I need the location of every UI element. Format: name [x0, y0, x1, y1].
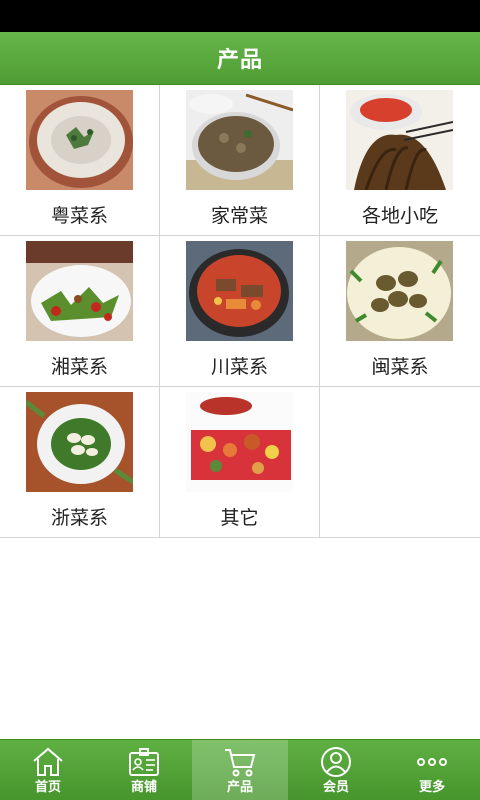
product-label: 湘菜系	[50, 356, 108, 378]
home-style-dish-photo[interactable]	[186, 90, 293, 190]
other-dishes-photo[interactable]	[186, 392, 293, 492]
empty-grid-cell	[320, 387, 480, 537]
page-title: 产品	[216, 48, 263, 73]
tab-label: 商铺	[130, 780, 157, 795]
sichuan-dish-photo[interactable]	[186, 241, 293, 341]
product-label: 浙菜系	[50, 507, 108, 529]
bottom-tab-bar: 首页 商铺 产品 会员 更多	[0, 739, 480, 800]
product-label: 粤菜系	[50, 205, 108, 227]
zhejiang-dish-photo[interactable]	[26, 392, 133, 492]
grid-row: 湘菜系 川菜系 闽菜系	[0, 236, 480, 387]
tab-label: 首页	[34, 780, 61, 795]
shop-card-icon	[129, 748, 159, 776]
local-snacks-photo[interactable]	[346, 90, 453, 190]
tab-more[interactable]: 更多	[384, 740, 480, 800]
grid-row: 粤菜系 家常菜 各地小吃	[0, 85, 480, 236]
hunan-dish-photo[interactable]	[26, 241, 133, 341]
cantonese-dish-photo[interactable]	[26, 90, 133, 190]
product-item-home-style[interactable]: 家常菜	[160, 85, 320, 235]
product-label: 川菜系	[210, 356, 268, 378]
product-label: 闽菜系	[371, 356, 429, 378]
tab-home[interactable]: 首页	[0, 740, 96, 800]
status-bar	[0, 0, 480, 32]
product-item-cantonese[interactable]: 粤菜系	[0, 85, 160, 235]
more-icon	[417, 758, 447, 766]
product-label: 家常菜	[210, 205, 268, 227]
tab-label: 更多	[418, 780, 445, 795]
tab-products[interactable]: 产品	[192, 740, 288, 800]
tab-label: 产品	[226, 780, 253, 795]
product-item-hunan[interactable]: 湘菜系	[0, 236, 160, 386]
tab-shop[interactable]: 商铺	[96, 740, 192, 800]
fujian-dish-photo[interactable]	[346, 241, 453, 341]
app-header: 产品	[0, 32, 480, 85]
product-grid: 粤菜系 家常菜 各地小吃 湘菜系 川菜系 闽菜系 浙菜系 其它	[0, 85, 480, 538]
home-icon	[33, 747, 63, 776]
grid-row: 浙菜系 其它	[0, 387, 480, 538]
product-label: 其它	[220, 507, 259, 529]
tab-member[interactable]: 会员	[288, 740, 384, 800]
tab-label: 会员	[322, 780, 349, 795]
product-item-local-snacks[interactable]: 各地小吃	[320, 85, 480, 235]
product-item-fujian[interactable]: 闽菜系	[320, 236, 480, 386]
product-item-sichuan[interactable]: 川菜系	[160, 236, 320, 386]
cart-icon	[225, 749, 256, 777]
product-item-zhejiang[interactable]: 浙菜系	[0, 387, 160, 537]
product-label: 各地小吃	[361, 205, 438, 227]
product-item-other[interactable]: 其它	[160, 387, 320, 537]
member-icon	[321, 747, 351, 777]
